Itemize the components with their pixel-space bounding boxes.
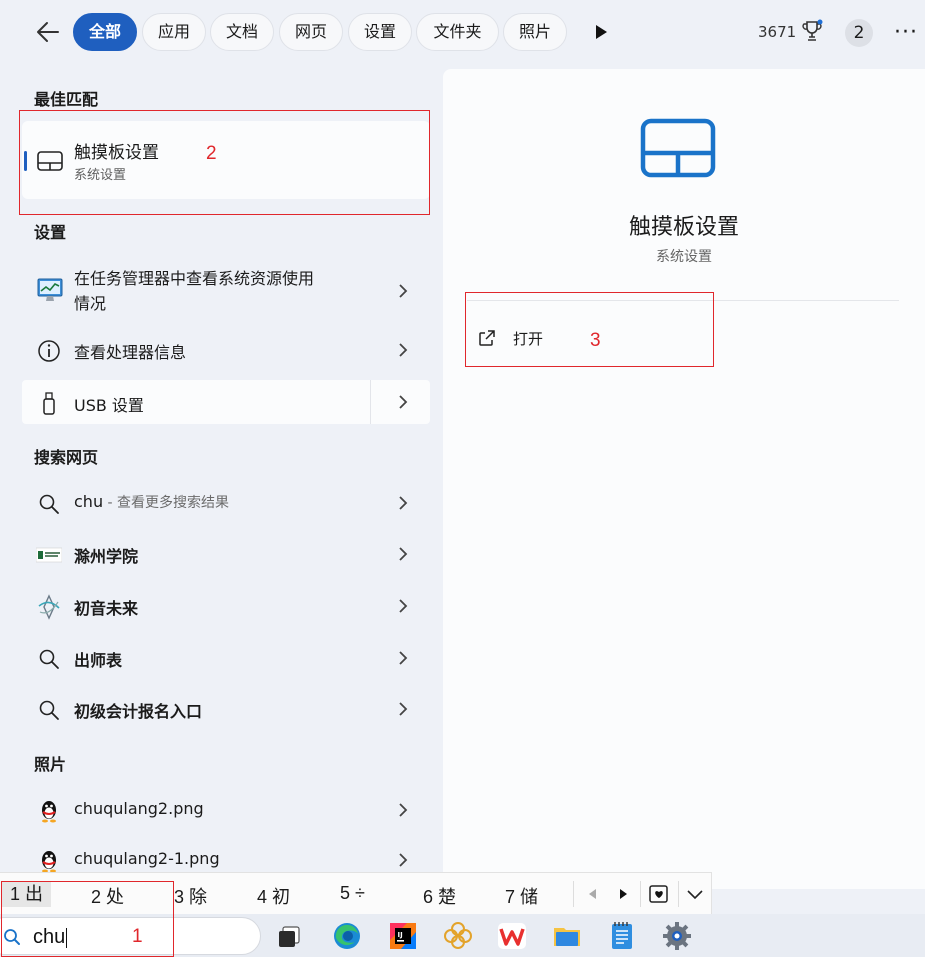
task-manager-label-line1: 在任务管理器中查看系统资源使用	[74, 269, 315, 288]
ime-candidate-3[interactable]: 3 除	[174, 883, 207, 909]
usb-settings-label: USB 设置	[74, 396, 144, 415]
processor-info-label: 查看处理器信息	[74, 343, 187, 362]
settings-heading: 设置	[34, 223, 67, 242]
settings-gear-icon[interactable]	[661, 920, 693, 952]
wps-office-icon[interactable]	[496, 920, 528, 952]
ime-favorites-heart-icon[interactable]	[648, 884, 670, 904]
photo-filename: chuqulang2-1.png	[74, 849, 220, 868]
divider	[370, 380, 371, 424]
web-item-hatsune-miku[interactable]: 初音未来	[22, 581, 430, 631]
detail-pane: 触摸板设置 系统设置 打开	[443, 69, 925, 889]
filter-tab-photos[interactable]: 照片	[503, 13, 567, 51]
qq-penguin-icon	[42, 851, 56, 873]
annotation-number-2: 2	[206, 143, 217, 164]
photo-item-chuqulang2[interactable]: chuqulang2.png	[22, 785, 430, 835]
annotation-number-1: 1	[132, 926, 143, 947]
filter-tab-all[interactable]: 全部	[73, 13, 137, 51]
web-item-chuzhou-university[interactable]: 滁州学院	[22, 529, 430, 579]
filter-tab-apps[interactable]: 应用	[142, 13, 206, 51]
chevron-right-icon	[399, 702, 408, 716]
more-filters-play-icon[interactable]	[591, 22, 611, 42]
chevron-right-icon[interactable]	[396, 393, 410, 411]
web-item-label: 出师表	[74, 651, 123, 670]
ime-candidate-4[interactable]: 4 初	[257, 883, 290, 909]
search-icon	[39, 494, 59, 514]
web-item-chushibiao[interactable]: 出师表	[22, 633, 430, 683]
chevron-right-icon	[399, 599, 408, 613]
annotation-number-3: 3	[590, 330, 601, 351]
touchpad-large-icon	[640, 118, 716, 178]
chevron-right-icon	[399, 343, 408, 357]
chevron-right-icon	[399, 853, 408, 867]
filter-bar: 全部 应用 文档 网页 设置 文件夹 照片 3671 2 ···	[0, 0, 925, 64]
ime-expand-chevron-down-icon[interactable]	[686, 887, 704, 901]
chevron-right-icon	[399, 496, 408, 510]
task-manager-label-line2: 情况	[74, 294, 107, 313]
ime-candidate-7[interactable]: 7 储	[505, 883, 538, 909]
divider	[573, 881, 574, 907]
chevron-right-icon	[399, 284, 408, 298]
settings-item-processor-info[interactable]: 查看处理器信息	[22, 325, 430, 375]
task-manager-monitor-icon	[37, 278, 63, 301]
photo-filename: chuqulang2.png	[74, 799, 204, 818]
photos-heading: 照片	[34, 755, 67, 774]
search-icon	[39, 649, 59, 669]
rewards-points: 3671	[758, 23, 797, 41]
filter-tab-folders[interactable]: 文件夹	[416, 13, 499, 51]
filter-tab-web[interactable]: 网页	[279, 13, 343, 51]
web-query-text: chu	[74, 492, 104, 511]
qq-penguin-icon	[42, 801, 56, 823]
detail-subtitle: 系统设置	[656, 249, 712, 265]
web-query-suffix: - 查看更多搜索结果	[103, 495, 230, 511]
settings-item-usb[interactable]: USB 设置	[22, 380, 430, 424]
search-icon	[39, 700, 59, 720]
ime-candidate-5[interactable]: 5 ÷	[340, 883, 365, 904]
annotation-box-1	[1, 881, 174, 957]
netease-music-flower-icon[interactable]	[442, 920, 474, 952]
web-item-label: 初音未来	[74, 599, 139, 618]
web-item-label: 滁州学院	[74, 547, 139, 566]
intellij-idea-icon[interactable]: IJ	[387, 920, 419, 952]
web-item-label: 初级会计报名入口	[74, 702, 203, 721]
more-options-icon[interactable]: ···	[894, 20, 918, 45]
hatsune-miku-favicon	[38, 594, 60, 620]
chevron-right-icon	[399, 547, 408, 561]
web-search-heading: 搜索网页	[34, 448, 99, 467]
annotation-box-2	[19, 110, 430, 215]
settings-item-task-manager[interactable]: 在任务管理器中查看系统资源使用 情况	[22, 262, 430, 322]
file-explorer-folder-icon[interactable]	[551, 920, 583, 952]
usb-icon	[43, 392, 55, 415]
rewards-trophy-icon[interactable]	[800, 19, 824, 43]
web-item-query[interactable]: chu - 查看更多搜索结果	[22, 478, 430, 528]
account-badge[interactable]: 2	[845, 19, 873, 47]
ime-prev-page-icon[interactable]	[586, 887, 600, 901]
best-match-heading: 最佳匹配	[34, 90, 99, 109]
web-item-accounting-exam[interactable]: 初级会计报名入口	[22, 684, 430, 734]
task-view-icon[interactable]	[274, 920, 306, 952]
info-icon	[38, 340, 60, 362]
back-arrow-icon[interactable]	[34, 18, 62, 46]
divider	[640, 881, 641, 907]
notepad-icon[interactable]	[606, 920, 638, 952]
chevron-right-icon	[399, 803, 408, 817]
detail-title: 触摸板设置	[628, 215, 739, 240]
ime-next-page-icon[interactable]	[616, 887, 630, 901]
filter-tab-settings[interactable]: 设置	[348, 13, 412, 51]
filter-tab-documents[interactable]: 文档	[210, 13, 274, 51]
ime-candidate-6[interactable]: 6 楚	[423, 883, 456, 909]
edge-browser-icon[interactable]	[331, 920, 363, 952]
svg-text:IJ: IJ	[398, 931, 403, 939]
divider	[678, 881, 679, 907]
chuzhou-university-favicon	[36, 547, 62, 563]
chevron-right-icon	[399, 651, 408, 665]
